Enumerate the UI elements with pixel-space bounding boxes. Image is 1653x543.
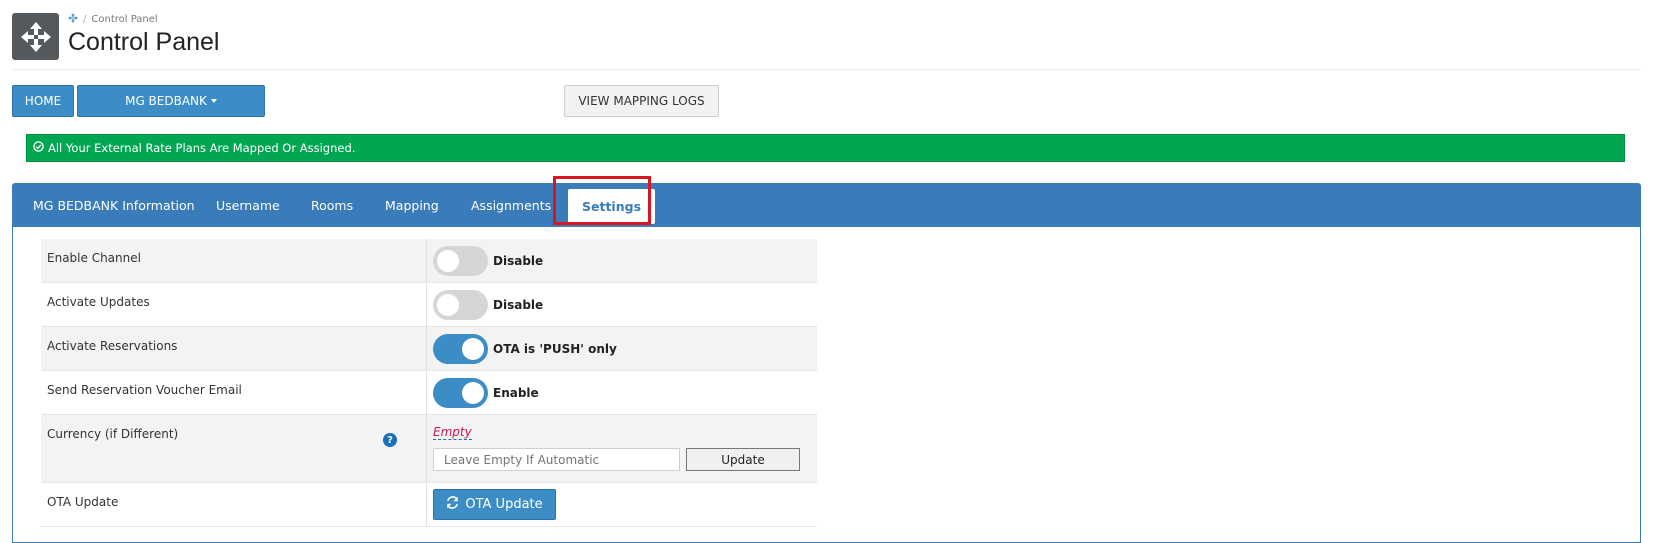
- currency-editable-value[interactable]: Empty: [433, 426, 472, 440]
- view-mapping-logs-button[interactable]: VIEW MAPPING LOGS: [564, 85, 719, 117]
- setting-value-cell: Disable: [426, 239, 817, 282]
- tab-assignments[interactable]: Assignments: [471, 184, 551, 227]
- check-circle-icon: [33, 141, 44, 155]
- tab-username[interactable]: Username: [216, 184, 280, 227]
- currency-input[interactable]: [433, 448, 680, 471]
- tab-assignments-label: Assignments: [471, 198, 552, 213]
- view-mapping-logs-label: VIEW MAPPING LOGS: [578, 94, 705, 108]
- tab-rooms-label: Rooms: [311, 198, 354, 213]
- setting-label: Currency (if Different): [47, 427, 179, 441]
- breadcrumb-current: Control Panel: [91, 14, 158, 25]
- setting-row-send-voucher: Send Reservation Voucher Email Enable: [41, 371, 817, 415]
- setting-label: Enable Channel: [47, 251, 141, 265]
- alert-message: All Your External Rate Plans Are Mapped …: [48, 141, 356, 155]
- tab-information[interactable]: MG BEDBANK Information: [33, 184, 195, 227]
- tab-mapping-label: Mapping: [385, 198, 439, 213]
- home-button-label: HOME: [24, 94, 62, 108]
- caret-down-icon: [210, 99, 217, 103]
- channel-dropdown-button[interactable]: MG BEDBANK: [77, 85, 265, 117]
- question-circle-icon[interactable]: ?: [383, 433, 397, 447]
- activate-updates-toggle[interactable]: [433, 290, 488, 320]
- breadcrumb: / Control Panel: [68, 13, 158, 26]
- move-arrows-icon: [12, 13, 59, 60]
- setting-value-cell: OTA Update: [426, 483, 817, 526]
- tab-rooms[interactable]: Rooms: [311, 184, 353, 227]
- tab-username-label: Username: [216, 198, 280, 213]
- settings-tab-highlight: [553, 176, 651, 225]
- settings-table: Enable Channel Disable Activate Updates …: [41, 239, 817, 527]
- setting-value-cell: Empty Update: [426, 415, 817, 482]
- breadcrumb-separator: /: [83, 14, 87, 25]
- setting-value-cell: OTA is 'PUSH' only: [426, 327, 817, 370]
- home-button[interactable]: HOME: [12, 85, 74, 117]
- tab-information-label: MG BEDBANK Information: [33, 198, 195, 213]
- toggle-status: Disable: [493, 298, 544, 312]
- currency-update-label: Update: [721, 452, 765, 467]
- toggle-status: Enable: [493, 386, 539, 400]
- activate-reservations-toggle[interactable]: [433, 334, 488, 364]
- setting-label: OTA Update: [47, 495, 119, 509]
- page-title: Control Panel: [68, 28, 220, 56]
- channel-dropdown-label: MG BEDBANK: [125, 94, 207, 108]
- refresh-icon: [446, 496, 459, 513]
- setting-row-activate-updates: Activate Updates Disable: [41, 283, 817, 327]
- enable-channel-toggle[interactable]: [433, 246, 488, 276]
- setting-row-enable-channel: Enable Channel Disable: [41, 239, 817, 283]
- toggle-status: OTA is 'PUSH' only: [493, 342, 617, 356]
- ota-update-label: OTA Update: [465, 497, 543, 512]
- setting-value-cell: Enable: [426, 371, 817, 414]
- send-voucher-toggle[interactable]: [433, 378, 488, 408]
- setting-label: Activate Reservations: [47, 339, 178, 353]
- ota-update-button[interactable]: OTA Update: [433, 489, 556, 520]
- setting-label: Send Reservation Voucher Email: [47, 383, 242, 397]
- success-alert: All Your External Rate Plans Are Mapped …: [26, 134, 1625, 162]
- setting-value-cell: Disable: [426, 283, 817, 326]
- tab-mapping[interactable]: Mapping: [385, 184, 439, 227]
- setting-row-activate-reservations: Activate Reservations OTA is 'PUSH' only: [41, 327, 817, 371]
- header-divider: [12, 69, 1641, 70]
- setting-label: Activate Updates: [47, 295, 150, 309]
- setting-row-currency: Currency (if Different) ? Empty Update: [41, 415, 817, 483]
- tab-bar: MG BEDBANK Information Username Rooms Ma…: [13, 184, 1640, 227]
- move-arrows-icon[interactable]: [68, 13, 78, 26]
- toggle-status: Disable: [493, 254, 544, 268]
- currency-update-button[interactable]: Update: [686, 448, 800, 471]
- setting-row-ota-update: OTA Update OTA Update: [41, 483, 817, 527]
